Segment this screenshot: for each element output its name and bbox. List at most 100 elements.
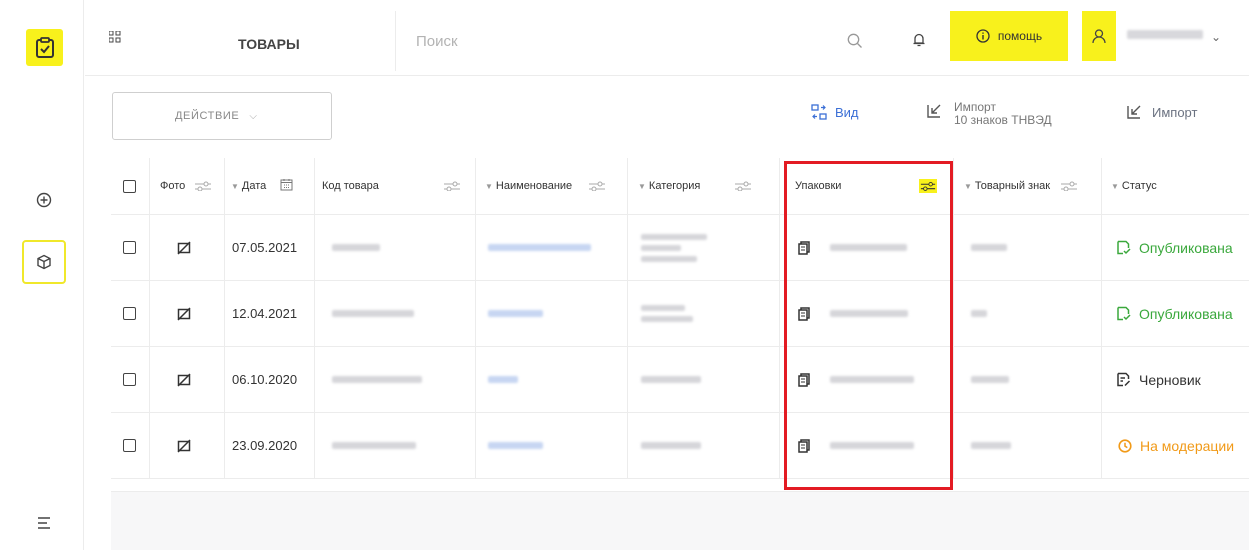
row-code: •••••••• bbox=[332, 215, 380, 280]
filter-icon[interactable] bbox=[588, 181, 606, 191]
apps-grid-icon[interactable] bbox=[108, 30, 121, 48]
left-sidebar bbox=[0, 0, 84, 550]
user-name[interactable]: •••••• •••• ••• bbox=[1127, 28, 1207, 40]
import-tnved-label-2: 10 знаков ТНВЭД bbox=[954, 113, 1052, 127]
row-category: •••••••••• bbox=[641, 347, 701, 412]
clock-icon bbox=[1118, 438, 1132, 453]
row-code: •••••••••••••• bbox=[332, 281, 414, 346]
row-code: •••••••••••••••• bbox=[332, 347, 422, 412]
column-name[interactable]: ▼ Наименование bbox=[485, 158, 606, 214]
row-category: ••••••••• ••••••••• bbox=[641, 281, 693, 346]
row-checkbox[interactable] bbox=[123, 215, 136, 280]
column-name-label: Наименование bbox=[495, 180, 573, 192]
row-category: ••••• • •••••••••• ••••••• •••••••••••• bbox=[641, 215, 707, 280]
package-icon bbox=[798, 438, 810, 453]
published-icon bbox=[1117, 306, 1131, 321]
column-code[interactable]: Код товара bbox=[322, 158, 461, 214]
help-button[interactable]: помощь bbox=[950, 11, 1068, 61]
row-trademark: ••• bbox=[971, 281, 987, 346]
top-bar: ТОВАРЫ помощь •••••• •••• ••• ⌄ bbox=[85, 0, 1249, 76]
package-icon bbox=[798, 306, 810, 321]
table-row[interactable]: 12.04.2021 •••••••••••••• ••••••• ••• ••… bbox=[111, 281, 1249, 347]
row-name-link[interactable]: •••• • bbox=[488, 347, 518, 412]
calendar-icon[interactable] bbox=[280, 178, 293, 194]
table-footer bbox=[111, 491, 1249, 550]
no-photo-icon bbox=[177, 347, 191, 412]
search-icon[interactable] bbox=[847, 33, 863, 54]
view-switch-icon bbox=[811, 104, 827, 120]
filter-icon[interactable] bbox=[443, 181, 461, 191]
search-input[interactable] bbox=[395, 11, 865, 71]
column-trademark-label: Товарный знак bbox=[974, 180, 1051, 192]
no-photo-icon bbox=[177, 413, 191, 478]
bell-icon[interactable] bbox=[912, 32, 926, 53]
column-date[interactable]: ▼ Дата bbox=[231, 158, 293, 214]
products-box-icon[interactable] bbox=[22, 240, 66, 284]
table-row[interactable]: 23.09.2020 •••••••••••••••• •••••• ••• •… bbox=[111, 413, 1249, 479]
row-name-link[interactable]: ••••••• ••• bbox=[488, 281, 543, 346]
row-date: 07.05.2021 bbox=[232, 240, 298, 255]
page-title: ТОВАРЫ bbox=[238, 36, 300, 52]
import-label: Импорт bbox=[1152, 104, 1198, 120]
table-row[interactable]: 07.05.2021 •••••••• •••• •••••••• •••• •… bbox=[111, 215, 1249, 281]
row-category: •••••••••• bbox=[641, 413, 701, 478]
filter-icon[interactable] bbox=[1060, 181, 1078, 191]
chevron-down-icon[interactable]: ⌄ bbox=[1211, 30, 1221, 44]
no-photo-icon bbox=[177, 281, 191, 346]
draft-icon bbox=[1117, 372, 1131, 387]
hamburger-menu-icon[interactable] bbox=[22, 501, 66, 545]
column-category-label: Категория bbox=[648, 180, 701, 192]
app-logo-icon[interactable] bbox=[26, 29, 63, 66]
import-button[interactable]: Импорт bbox=[1126, 104, 1197, 120]
column-status[interactable]: ▼ Статус bbox=[1111, 158, 1157, 214]
products-table: Фото ▼ Дата Код товара ▼ Наименование ▼ … bbox=[111, 158, 1249, 479]
column-date-label: Дата bbox=[241, 180, 267, 192]
column-photo[interactable]: Фото bbox=[160, 158, 212, 214]
row-status: На модерации bbox=[1118, 413, 1234, 478]
sort-arrow-icon: ▼ bbox=[964, 181, 972, 191]
filter-active-icon[interactable] bbox=[919, 179, 938, 193]
row-date: 06.10.2020 bbox=[232, 372, 298, 387]
published-icon bbox=[1117, 240, 1131, 255]
row-checkbox[interactable] bbox=[123, 281, 136, 346]
action-dropdown[interactable]: ДЕЙСТВИЕ ⌵ bbox=[112, 92, 332, 140]
row-code: •••••••••••••••• bbox=[332, 413, 416, 478]
row-status: Опубликована bbox=[1116, 215, 1233, 280]
help-label: помощь bbox=[997, 29, 1043, 43]
column-packaging[interactable]: Упаковки bbox=[795, 158, 938, 214]
chevron-down-icon: ⌵ bbox=[249, 110, 258, 122]
column-code-label: Код товара bbox=[322, 180, 379, 192]
add-circle-icon[interactable] bbox=[22, 178, 66, 222]
sort-arrow-icon: ▼ bbox=[485, 181, 493, 191]
filter-icon[interactable] bbox=[194, 181, 212, 191]
import-icon bbox=[927, 104, 941, 118]
action-label: ДЕЙСТВИЕ bbox=[175, 110, 240, 122]
view-button[interactable]: Вид bbox=[811, 104, 859, 120]
row-checkbox[interactable] bbox=[123, 413, 136, 478]
column-trademark[interactable]: ▼ Товарный знак bbox=[964, 158, 1078, 214]
import-tnved-button[interactable]: Импорт 10 знаков ТНВЭД bbox=[926, 101, 1052, 127]
table-row[interactable]: 06.10.2020 •••••••••••••••• •••• • •••••… bbox=[111, 347, 1249, 413]
row-packaging: •••••••••••••• bbox=[798, 413, 914, 478]
view-label: Вид bbox=[835, 104, 859, 120]
table-header: Фото ▼ Дата Код товара ▼ Наименование ▼ … bbox=[111, 158, 1249, 215]
row-status: Опубликована bbox=[1116, 281, 1233, 346]
import-icon bbox=[1127, 105, 1141, 119]
sort-arrow-icon: ▼ bbox=[231, 181, 239, 191]
sort-arrow-icon: ▼ bbox=[638, 181, 646, 191]
filter-icon[interactable] bbox=[734, 181, 752, 191]
user-icon[interactable] bbox=[1082, 11, 1116, 61]
info-icon bbox=[976, 29, 990, 43]
column-packaging-label: Упаковки bbox=[795, 180, 842, 192]
column-photo-label: Фото bbox=[160, 180, 186, 192]
column-category[interactable]: ▼ Категория bbox=[638, 158, 752, 214]
row-packaging: •••••••••••••• bbox=[798, 347, 914, 412]
no-photo-icon bbox=[177, 215, 191, 280]
row-status: Черновик bbox=[1116, 347, 1201, 412]
sort-arrow-icon: ▼ bbox=[1111, 181, 1119, 191]
select-all-checkbox[interactable] bbox=[123, 158, 136, 214]
row-checkbox[interactable] bbox=[123, 347, 136, 412]
row-name-link[interactable]: •••• •••••••• •••• bbox=[488, 215, 591, 280]
row-name-link[interactable]: •••••• ••• bbox=[488, 413, 543, 478]
package-icon bbox=[798, 240, 810, 255]
